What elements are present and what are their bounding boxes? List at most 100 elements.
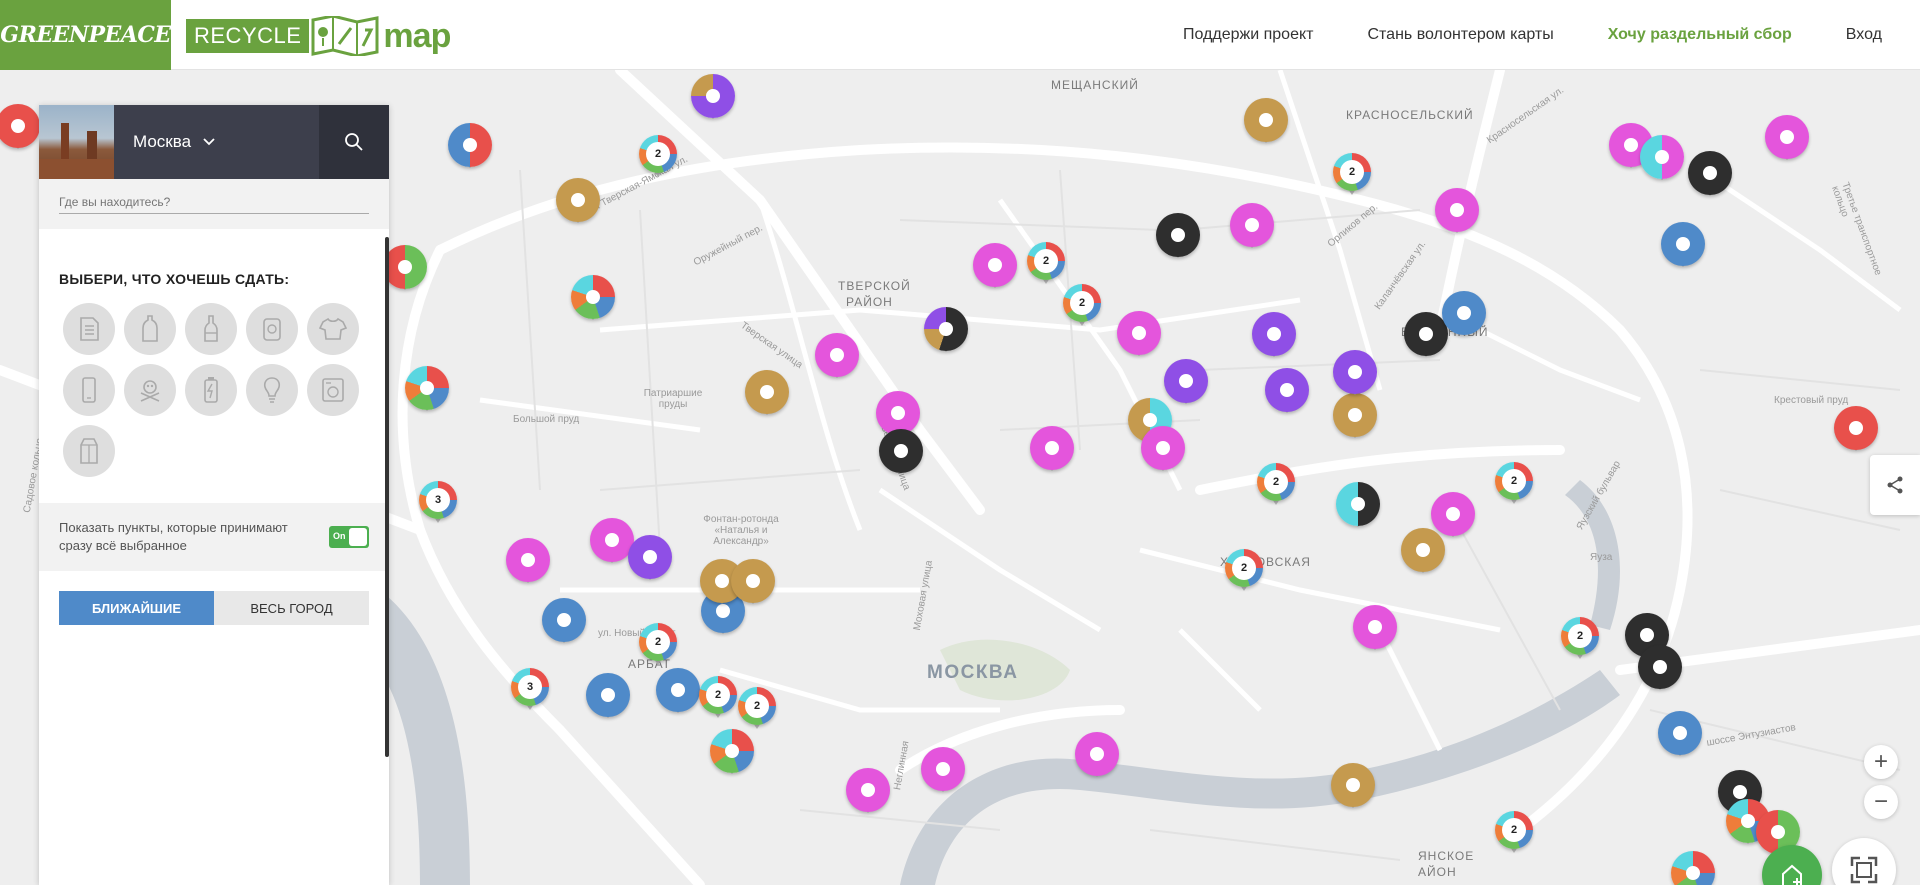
marker-center [1090, 747, 1104, 761]
recycling-point-marker[interactable] [1688, 151, 1732, 201]
recycling-point-marker[interactable] [1765, 115, 1809, 165]
tab-whole-city[interactable]: ВЕСЬ ГОРОД [214, 591, 369, 625]
nav-login[interactable]: Вход [1846, 26, 1882, 44]
recycling-point-marker[interactable] [1030, 426, 1074, 476]
recycling-point-marker[interactable] [1117, 311, 1161, 361]
battery-icon [204, 377, 218, 403]
recycling-point-cluster[interactable]: 2 [1330, 150, 1374, 200]
recycling-point-cluster[interactable]: 3 [508, 665, 552, 715]
marker-center [830, 348, 844, 362]
recycling-point-marker[interactable] [1336, 482, 1380, 532]
recycling-point-cluster[interactable]: 2 [696, 673, 740, 723]
recycling-point-marker[interactable] [846, 768, 890, 818]
marker-center [463, 138, 477, 152]
recycling-point-cluster[interactable]: 2 [1558, 614, 1602, 664]
recycling-point-marker[interactable] [1401, 528, 1445, 578]
recycling-point-marker[interactable] [1252, 312, 1296, 362]
recycling-point-cluster[interactable]: 2 [1222, 546, 1266, 596]
category-paper[interactable] [63, 303, 115, 355]
category-lamps[interactable] [246, 364, 298, 416]
recycling-point-cluster[interactable]: 3 [416, 478, 460, 528]
recycling-point-marker[interactable] [691, 74, 735, 124]
marker-center [1259, 113, 1273, 127]
recycling-point-marker[interactable] [745, 370, 789, 420]
category-batteries[interactable] [185, 364, 237, 416]
nav-want-separate-collection[interactable]: Хочу раздельный сбор [1608, 26, 1792, 44]
recycling-point-cluster[interactable]: 2 [1492, 459, 1536, 509]
share-button[interactable] [1870, 455, 1920, 515]
category-hazardous[interactable] [124, 364, 176, 416]
zoom-in-button[interactable]: + [1864, 745, 1898, 779]
recycling-point-marker[interactable] [405, 366, 449, 416]
recycling-point-marker[interactable] [1075, 732, 1119, 782]
search-button[interactable] [319, 105, 389, 179]
location-input[interactable] [59, 191, 369, 214]
marker-center [746, 574, 760, 588]
recycling-point-marker[interactable] [1244, 98, 1288, 148]
recycling-point-marker[interactable] [1435, 188, 1479, 238]
city-selector[interactable]: Москва [133, 105, 215, 179]
recycling-point-marker[interactable] [542, 598, 586, 648]
toggle-state-label: On [333, 531, 346, 541]
recycling-point-marker[interactable] [921, 747, 965, 797]
category-electronics[interactable] [63, 364, 115, 416]
recycling-point-marker[interactable] [383, 245, 427, 295]
category-clothes[interactable] [307, 303, 359, 355]
recycling-point-marker[interactable] [506, 538, 550, 588]
recycling-point-marker[interactable] [628, 535, 672, 585]
plus-icon: + [1873, 748, 1888, 775]
recycling-point-marker[interactable] [973, 243, 1017, 293]
recycling-point-marker[interactable] [815, 333, 859, 383]
category-appliances[interactable] [307, 364, 359, 416]
recycling-point-marker[interactable] [1265, 368, 1309, 418]
recycling-point-marker[interactable] [1333, 350, 1377, 400]
recycling-point-cluster[interactable]: 2 [636, 132, 680, 182]
nav-support-project[interactable]: Поддержи проект [1183, 26, 1313, 44]
recycling-point-marker[interactable] [731, 559, 775, 609]
recycling-point-marker[interactable] [656, 668, 700, 718]
recycling-point-marker[interactable] [1638, 645, 1682, 695]
recycling-point-marker[interactable] [1156, 213, 1200, 263]
recycling-point-marker[interactable] [1230, 203, 1274, 253]
tab-nearest[interactable]: БЛИЖАЙШИЕ [59, 591, 214, 625]
greenpeace-logo[interactable]: GREENPEACE [0, 0, 171, 70]
category-tetrapak[interactable] [63, 425, 115, 477]
cluster-count: 3 [426, 488, 450, 512]
category-metal[interactable] [246, 303, 298, 355]
recycling-point-cluster[interactable]: 2 [636, 620, 680, 670]
recycling-point-marker[interactable] [586, 673, 630, 723]
all-selected-toggle[interactable]: On [329, 526, 369, 548]
recycling-point-cluster[interactable]: 2 [1492, 808, 1536, 858]
recycling-point-marker[interactable] [1661, 222, 1705, 272]
recycling-point-marker[interactable] [571, 275, 615, 325]
recycling-point-marker[interactable] [1353, 605, 1397, 655]
recycling-point-marker[interactable] [1834, 406, 1878, 456]
recycling-point-marker[interactable] [1640, 135, 1684, 185]
recycling-point-cluster[interactable]: 2 [1060, 281, 1104, 331]
recycling-point-marker[interactable] [448, 123, 492, 173]
recycling-point-marker[interactable] [1442, 291, 1486, 341]
recycling-point-marker[interactable] [1331, 763, 1375, 813]
recycling-point-marker[interactable] [1164, 359, 1208, 409]
recycling-point-marker[interactable] [1671, 851, 1715, 885]
recycling-point-marker[interactable] [924, 307, 968, 357]
marker-center [1457, 306, 1471, 320]
marker-center [1446, 507, 1460, 521]
recycling-point-marker[interactable] [1333, 393, 1377, 443]
recycling-point-cluster[interactable]: 2 [735, 684, 779, 734]
recycling-point-marker[interactable] [879, 429, 923, 479]
recyclemap-logo[interactable]: RECYCLE map [186, 14, 451, 58]
category-plastic[interactable] [124, 303, 176, 355]
recycling-point-marker[interactable] [0, 104, 40, 154]
recycling-point-cluster[interactable]: 2 [1254, 460, 1298, 510]
zoom-out-button[interactable]: − [1864, 785, 1898, 819]
recycling-point-marker[interactable] [556, 178, 600, 228]
street-label: Фонтан-ротонда «Наталья и Александр» [703, 514, 779, 547]
city-name: Москва [133, 132, 192, 151]
nav-become-volunteer[interactable]: Стань волонтером карты [1367, 26, 1553, 44]
recycling-point-marker[interactable] [710, 729, 754, 779]
category-glass[interactable] [185, 303, 237, 355]
sidebar-scrollbar[interactable] [385, 237, 389, 757]
recycling-point-marker[interactable] [1658, 711, 1702, 761]
recycling-point-marker[interactable] [1141, 426, 1185, 476]
